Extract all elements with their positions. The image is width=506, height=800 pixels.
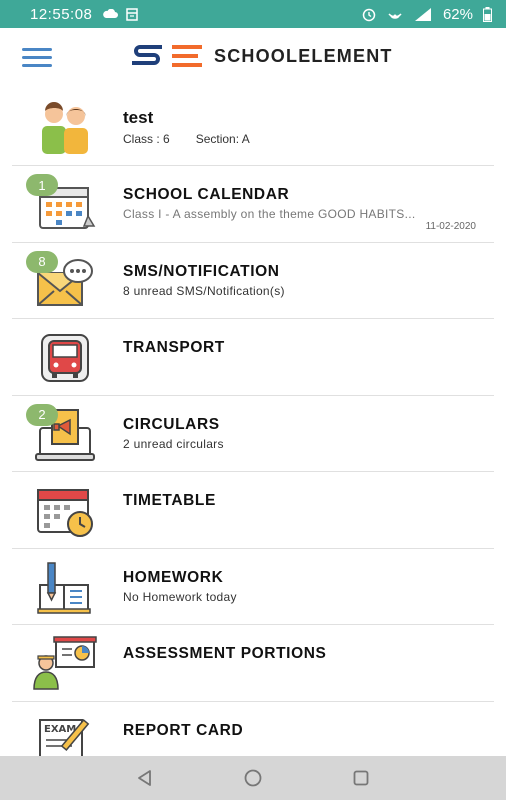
parents-avatar-icon xyxy=(32,96,98,154)
dashboard-list: test Class : 6 Section: A 1 SCHOOL CALEN… xyxy=(12,86,494,756)
battery-percent: 62% xyxy=(442,5,473,23)
event-date: 11-02-2020 xyxy=(425,220,476,232)
menu-item-assessment-portions[interactable]: ASSESSMENT PORTIONS xyxy=(12,625,494,702)
timetable-clock-icon xyxy=(32,482,98,540)
recents-icon[interactable] xyxy=(350,767,372,789)
exam-report-icon: EXAM xyxy=(32,712,98,756)
menu-title: SMS/NOTIFICATION xyxy=(123,262,280,280)
back-icon[interactable] xyxy=(134,767,156,789)
home-icon[interactable] xyxy=(242,767,264,789)
menu-subtitle: No Homework today xyxy=(123,589,237,604)
calendar-notification-icon xyxy=(126,8,139,21)
student-name: test xyxy=(123,108,154,127)
clock: 12:55:08 xyxy=(30,5,93,23)
menu-title: REPORT CARD xyxy=(123,721,244,739)
hotspot-icon xyxy=(388,13,402,19)
menu-item-sms-notification[interactable]: 8 SMS/NOTIFICATION 8 unread SMS/Notifica… xyxy=(12,243,494,319)
menu-item-timetable[interactable]: TIMETABLE xyxy=(12,472,494,549)
battery-icon xyxy=(483,6,492,22)
menu-item-transport[interactable]: TRANSPORT xyxy=(12,319,494,396)
cloud-icon xyxy=(103,9,119,18)
svg-text:EXAM: EXAM xyxy=(44,724,76,735)
calendar-count-badge: 1 xyxy=(26,174,58,196)
menu-subtitle: 8 unread SMS/Notification(s) xyxy=(123,283,285,298)
section-label: Section: A xyxy=(195,132,250,146)
schoolelement-logo xyxy=(132,45,202,67)
menu-item-report-card[interactable]: EXAM REPORT CARD xyxy=(12,702,494,756)
menu-icon[interactable] xyxy=(22,48,52,68)
menu-title: ASSESSMENT PORTIONS xyxy=(123,645,327,662)
bus-icon xyxy=(32,329,98,387)
menu-title: TRANSPORT xyxy=(123,339,225,356)
menu-subtitle: Class I - A assembly on the theme GOOD H… xyxy=(123,207,416,221)
menu-subtitle: 2 unread circulars xyxy=(123,436,224,451)
class-label: Class : 6 xyxy=(123,132,170,146)
system-nav-bar xyxy=(0,756,506,800)
brand-name: SCHOOLELEMENT xyxy=(214,45,393,66)
app-bar: SCHOOLELEMENT xyxy=(0,28,506,86)
menu-item-school-calendar[interactable]: 1 SCHOOL CALENDAR Class I - A assembly o… xyxy=(12,166,494,243)
menu-title: TIMETABLE xyxy=(123,492,216,509)
circulars-count-badge: 2 xyxy=(26,403,58,426)
menu-title: SCHOOL CALENDAR xyxy=(123,186,290,203)
brand: SCHOOLELEMENT xyxy=(132,44,393,68)
menu-item-circulars[interactable]: 2 CIRCULARS 2 unread circulars xyxy=(12,396,494,472)
status-bar: 12:55:08 62% xyxy=(0,0,506,28)
student-profile-row[interactable]: test Class : 6 Section: A xyxy=(12,86,494,166)
menu-item-homework[interactable]: HOMEWORK No Homework today xyxy=(12,549,494,625)
menu-title: HOMEWORK xyxy=(123,568,224,586)
homework-book-icon xyxy=(32,559,98,617)
presentation-teacher-icon xyxy=(32,635,98,693)
signal-icon xyxy=(414,8,431,21)
alarm-icon xyxy=(362,8,376,22)
sms-count-badge: 8 xyxy=(26,250,58,273)
menu-title: CIRCULARS xyxy=(123,415,220,433)
